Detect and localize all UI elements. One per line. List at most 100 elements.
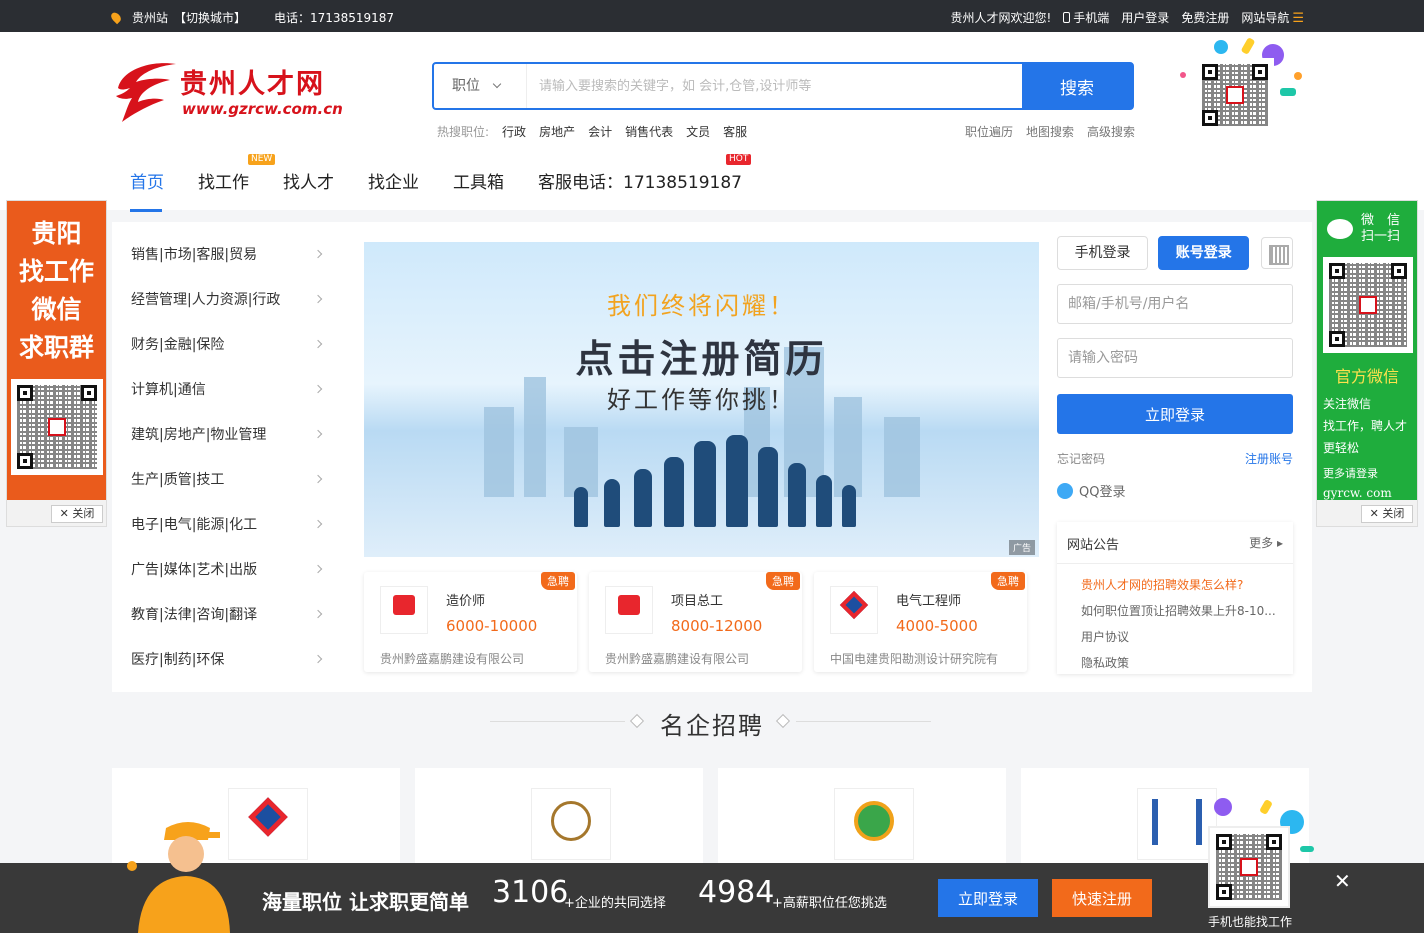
search-links: 职位遍历 地图搜索 高级搜索 (965, 123, 1135, 140)
confetti-decor (1240, 37, 1256, 55)
search-button[interactable]: 搜索 (1022, 64, 1132, 108)
notice-item[interactable]: 贵州人才网的招聘效果怎么样? (1081, 572, 1281, 598)
banner-title: 点击注册简历 (575, 337, 828, 381)
menu-icon: ☰ (1292, 11, 1304, 26)
nav-service-phone[interactable]: 客服电话：17138519187 HOT (538, 154, 752, 210)
hot-keyword[interactable]: 客服 (723, 123, 747, 140)
site-nav-link[interactable]: 网站导航 ☰ (1241, 9, 1304, 26)
nav-home[interactable]: 首页 (130, 168, 164, 212)
right-side-ad[interactable]: 微 信 扫一扫 官方微信 关注微信 找工作，聘人才 更轻松 更多请登录 gyrc… (1316, 200, 1418, 527)
category-item[interactable]: 电子|电气|能源|化工 (131, 501, 331, 546)
category-item[interactable]: 建筑|房地产|物业管理 (131, 411, 331, 456)
chevron-right-icon (313, 654, 323, 663)
category-item[interactable]: 医疗|制药|环保 (131, 636, 331, 681)
chevron-down-icon (492, 79, 502, 89)
qq-login-link[interactable]: QQ登录 (1057, 481, 1293, 500)
logo-text: 贵州人才网 (180, 69, 325, 100)
company-count-label: +企业的共同选择 (564, 896, 666, 911)
mobile-link[interactable]: 手机端 (1063, 9, 1109, 26)
job-count-label: +高薪职位任您挑选 (772, 896, 887, 911)
category-item[interactable]: 销售|市场|客服|贸易 (131, 231, 331, 276)
search-input[interactable] (526, 64, 1022, 108)
category-item[interactable]: 经营管理|人力资源|行政 (131, 276, 331, 321)
right-ad-qr-code (1323, 257, 1413, 353)
job-salary: 4000-5000 (896, 617, 978, 635)
notice-more-link[interactable]: 更多 ▸ (1249, 534, 1283, 553)
hot-keyword[interactable]: 会计 (588, 123, 612, 140)
bottom-login-button[interactable]: 立即登录 (938, 879, 1038, 917)
hot-keyword[interactable]: 行政 (502, 123, 526, 140)
left-side-ad[interactable]: 贵阳 找工作 微信 求职群 ✕ 关闭 (6, 200, 107, 527)
qr-login-icon[interactable] (1261, 237, 1293, 269)
user-login-link[interactable]: 用户登录 (1121, 9, 1169, 26)
chevron-right-icon (313, 564, 323, 573)
cartoon-man-illustration (127, 822, 230, 933)
chevron-right-icon (313, 339, 323, 348)
bottom-qr-caption: 手机也能找工作 (1207, 915, 1292, 929)
header: 贵州人才网 www.gzrcw.com.cn 职位 搜索 热搜职位: 行政 房地… (0, 32, 1424, 212)
hot-search: 热搜职位: 行政 房地产 会计 销售代表 文员 客服 (437, 123, 748, 140)
notice-item[interactable]: 隐私政策 (1081, 650, 1281, 676)
hot-keyword[interactable]: 房地产 (539, 123, 575, 140)
company-logo (834, 788, 914, 860)
job-card[interactable]: 急聘 造价师 6000-10000 贵州黔盛嘉鹏建设有限公司 (364, 572, 577, 672)
username-input[interactable] (1057, 284, 1293, 324)
category-item[interactable]: 计算机|通信 (131, 366, 331, 411)
password-input[interactable] (1057, 338, 1293, 378)
tab-account-login[interactable]: 账号登录 (1158, 236, 1250, 270)
topbar-phone: 电话：17138519187 (274, 11, 395, 25)
register-account-link[interactable]: 注册账号 (1245, 450, 1293, 467)
confetti-decor (1214, 798, 1232, 816)
bottom-register-button[interactable]: 快速注册 (1052, 879, 1152, 917)
map-search-link[interactable]: 地图搜索 (1026, 123, 1074, 140)
chevron-right-icon (313, 474, 323, 483)
hot-keyword[interactable]: 销售代表 (625, 123, 673, 140)
main-panel: 销售|市场|客服|贸易 经营管理|人力资源|行政 财务|金融|保险 计算机|通信… (112, 222, 1312, 692)
urgent-badge: 急聘 (541, 572, 575, 590)
search-type-select[interactable]: 职位 (434, 64, 526, 108)
site-logo[interactable]: 贵州人才网 www.gzrcw.com.cn (112, 56, 352, 126)
register-link[interactable]: 免费注册 (1181, 9, 1229, 26)
company-logo (228, 788, 308, 860)
urgent-jobs: 急聘 造价师 6000-10000 贵州黔盛嘉鹏建设有限公司 急聘 项目总工 8… (364, 572, 1039, 672)
banner-headline: 我们终将闪耀！ (607, 292, 796, 320)
tab-phone-login[interactable]: 手机登录 (1057, 236, 1149, 270)
search-bar: 职位 搜索 (432, 62, 1134, 110)
nav-toolbox[interactable]: 工具箱 (453, 168, 504, 210)
chevron-right-icon (313, 519, 323, 528)
hot-badge: HOT (726, 154, 752, 165)
switch-city-link[interactable]: 【切换城市】 (174, 9, 246, 26)
login-button[interactable]: 立即登录 (1057, 394, 1293, 434)
company-logo (380, 586, 428, 634)
category-item[interactable]: 生产|质管|技工 (131, 456, 331, 501)
right-ad-close-button[interactable]: ✕ 关闭 (1361, 505, 1413, 523)
category-item[interactable]: 广告|媒体|艺术|出版 (131, 546, 331, 591)
login-box: 手机登录 账号登录 立即登录 忘记密码 注册账号 QQ登录 (1057, 236, 1293, 500)
close-icon[interactable]: ✕ (1334, 869, 1351, 893)
notice-item[interactable]: 如何职位置顶让招聘效果上升8-10... (1081, 598, 1281, 624)
main-nav: 首页 找工作 NEW 找人才 找企业 工具箱 客服电话：17138519187 HO… (130, 154, 776, 212)
chevron-right-icon (313, 384, 323, 393)
job-card[interactable]: 急聘 电气工程师 4000-5000 中国电建贵阳勘测设计研究院有 (814, 572, 1027, 672)
job-traverse-link[interactable]: 职位遍历 (965, 123, 1013, 140)
category-item[interactable]: 财务|金融|保险 (131, 321, 331, 366)
confetti-decor (1214, 40, 1228, 54)
job-card[interactable]: 急聘 项目总工 8000-12000 贵州黔盛嘉鹏建设有限公司 (589, 572, 802, 672)
current-city: 贵州站 (132, 11, 169, 25)
main-banner[interactable]: 我们终将闪耀！ 点击注册简历 好工作等你挑！ 广告 (364, 242, 1039, 557)
hot-keyword[interactable]: 文员 (686, 123, 710, 140)
nav-find-company[interactable]: 找企业 (368, 168, 419, 210)
advanced-search-link[interactable]: 高级搜索 (1087, 123, 1135, 140)
location-icon (109, 10, 123, 25)
left-ad-close-button[interactable]: ✕ 关闭 (51, 505, 103, 523)
forgot-password-link[interactable]: 忘记密码 (1057, 450, 1105, 467)
new-badge: NEW (248, 154, 276, 165)
job-company: 贵州黔盛嘉鹏建设有限公司 (380, 652, 525, 666)
company-logo (605, 586, 653, 634)
category-item[interactable]: 教育|法律|咨询|翻译 (131, 591, 331, 636)
notice-item[interactable]: 用户协议 (1081, 624, 1281, 650)
nav-find-talent[interactable]: 找人才 (283, 168, 334, 210)
chevron-right-icon (313, 609, 323, 618)
nav-find-job[interactable]: 找工作 NEW (198, 154, 276, 210)
confetti-decor (1294, 72, 1302, 80)
